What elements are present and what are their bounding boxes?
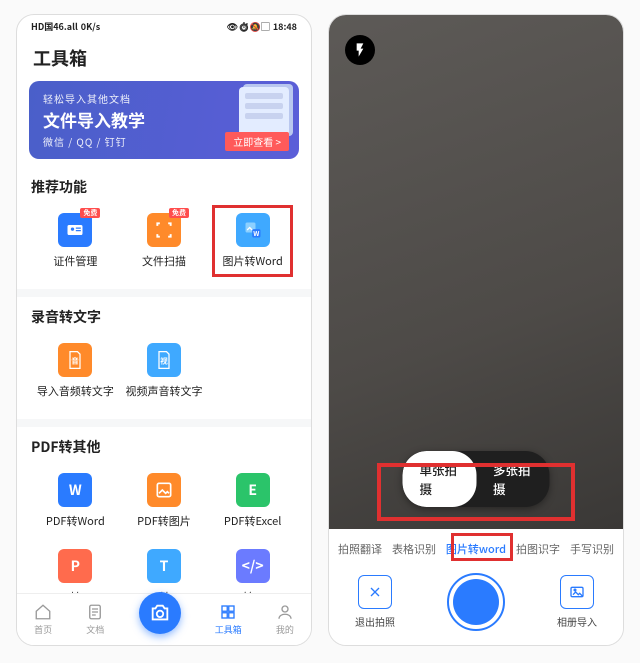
tool-video-audio[interactable]: 视 视频声音转文字 (120, 337, 209, 413)
close-icon (358, 575, 392, 609)
import-gallery-button[interactable]: 相册导入 (557, 575, 597, 629)
status-time: 18:48 (273, 20, 297, 33)
tool-id-manage[interactable]: 免费 证件管理 (31, 207, 120, 283)
banner-cta-button[interactable]: 立即查看 > (225, 132, 289, 151)
free-badge: 免费 (80, 208, 100, 218)
scan-icon: 免费 (147, 213, 181, 247)
ppt-file-icon: P (58, 549, 92, 583)
tab-photo-ocr[interactable]: 拍图识字 (514, 539, 562, 559)
tool-label: 文件扫描 (142, 253, 186, 269)
status-icons: 👁⏱🔕▢ (227, 20, 270, 33)
document-icon (86, 603, 104, 621)
word-file-icon: W (58, 473, 92, 507)
id-card-icon: 免费 (58, 213, 92, 247)
nav-toolbox[interactable]: 工具箱 (215, 603, 242, 636)
tool-image-to-word[interactable]: W 图片转Word (208, 207, 297, 283)
shutter-inner-icon (453, 579, 499, 625)
tool-label: PDF转图片 (137, 513, 191, 529)
phone-left-toolbox: HD国46.all 0K/s 👁⏱🔕▢ 18:48 工具箱 轻松导入其他文档 文… (16, 14, 312, 646)
tab-table-recognize[interactable]: 表格识别 (390, 539, 438, 559)
status-speed: 0K/s (81, 20, 100, 33)
tab-photo-translate[interactable]: 拍照翻译 (336, 539, 384, 559)
page-title: 工具箱 (17, 37, 311, 81)
nav-camera-button[interactable] (139, 592, 181, 634)
scan-type-tabs[interactable]: 拍照翻译 表格识别 图片转word 拍图识字 手写识别 (329, 529, 623, 569)
flash-toggle-button[interactable] (345, 35, 375, 65)
camera-preview: 单张拍摄 多张拍摄 (329, 15, 623, 529)
highlight-annotation (377, 463, 575, 521)
camera-controls: 拍照翻译 表格识别 图片转word 拍图识字 手写识别 退出拍照 (329, 529, 623, 645)
tool-label: 视频声音转文字 (125, 383, 202, 399)
tool-label: 导入音频转文字 (37, 383, 114, 399)
image-word-icon: W (236, 213, 270, 247)
nav-label: 首页 (34, 623, 52, 636)
nav-home[interactable]: 首页 (34, 603, 52, 636)
tool-label: PDF转Word (46, 513, 105, 529)
control-label: 相册导入 (557, 614, 597, 629)
section-title: 录音转文字 (31, 307, 297, 327)
exit-capture-button[interactable]: 退出拍照 (355, 575, 395, 629)
highlight-annotation (451, 533, 513, 561)
banner-subtitle: 轻松导入其他文档 (43, 91, 285, 106)
svg-text:音: 音 (72, 355, 80, 366)
control-label: 退出拍照 (355, 614, 395, 629)
tool-label: PDF转Excel (224, 513, 282, 529)
tool-file-scan[interactable]: 免费 文件扫描 (120, 207, 209, 283)
import-tutorial-banner[interactable]: 轻松导入其他文档 文件导入教学 微信 / QQ / 钉钉 立即查看 > (29, 81, 299, 159)
tool-audio-import[interactable]: 音 导入音频转文字 (31, 337, 120, 413)
html-file-icon: </> (236, 549, 270, 583)
nav-label: 文档 (86, 623, 104, 636)
phone-right-camera: 单张拍摄 多张拍摄 拍照翻译 表格识别 图片转word 拍图识字 手写识别 退出… (328, 14, 624, 646)
tool-pdf-excel[interactable]: E PDF转Excel (208, 467, 297, 543)
scroll-content[interactable]: 推荐功能 免费 证件管理 免费 文件扫描 (17, 169, 311, 645)
nav-label: 工具箱 (215, 623, 242, 636)
camera-icon (149, 602, 171, 624)
section-title: 推荐功能 (31, 177, 297, 197)
status-network: HD国46.all (31, 20, 78, 33)
shutter-button[interactable] (447, 573, 505, 631)
tool-label: 图片转Word (222, 253, 282, 269)
home-icon (34, 603, 52, 621)
flash-icon (352, 42, 368, 58)
gallery-icon (560, 575, 594, 609)
tool-pdf-word[interactable]: W PDF转Word (31, 467, 120, 543)
section-audio: 录音转文字 音 导入音频转文字 视 视频声音转文字 (17, 297, 311, 419)
svg-text:W: W (253, 228, 259, 238)
nav-documents[interactable]: 文档 (86, 603, 104, 636)
statusbar: HD国46.all 0K/s 👁⏱🔕▢ 18:48 (17, 15, 311, 37)
image-file-icon (147, 473, 181, 507)
tab-handwriting[interactable]: 手写识别 (568, 539, 616, 559)
nav-label: 我的 (276, 623, 294, 636)
svg-text:视: 视 (160, 355, 168, 366)
section-title: PDF转其他 (31, 437, 297, 457)
tool-pdf-image[interactable]: PDF转图片 (120, 467, 209, 543)
txt-file-icon: T (147, 549, 181, 583)
excel-file-icon: E (236, 473, 270, 507)
audio-file-icon: 音 (58, 343, 92, 377)
video-file-icon: 视 (147, 343, 181, 377)
free-badge: 免费 (169, 208, 189, 218)
tool-label: 证件管理 (53, 253, 97, 269)
toolbox-icon (219, 603, 237, 621)
user-icon (276, 603, 294, 621)
nav-profile[interactable]: 我的 (276, 603, 294, 636)
bottom-nav: 首页 文档 工具箱 我的 (17, 593, 311, 645)
section-recommended: 推荐功能 免费 证件管理 免费 文件扫描 (17, 169, 311, 289)
